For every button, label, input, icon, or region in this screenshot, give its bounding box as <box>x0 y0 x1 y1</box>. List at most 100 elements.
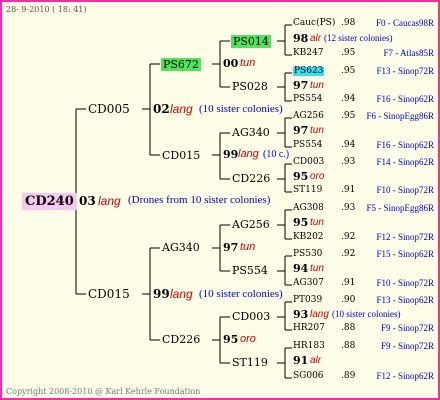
gen4-name[interactable]: PT039 <box>293 296 322 305</box>
gen4-tag-link[interactable]: F13 - Sinop72R <box>376 67 434 76</box>
gen1-sire-name[interactable]: CD005 <box>88 103 130 115</box>
gen1-sire-lang: lang <box>170 102 193 116</box>
gen4-lang: tun <box>310 263 324 274</box>
gen4-score: .95 <box>341 48 356 58</box>
gen4-lang: lang <box>310 309 329 320</box>
gen4-tag-link[interactable]: F0 - Caucas98R <box>376 19 434 28</box>
gen4-score: .91 <box>341 185 356 195</box>
gen4-tag-link[interactable]: F12 - Sinop72R <box>376 233 434 242</box>
gen4-lang: alr <box>310 355 322 366</box>
root-note: (Drones from 10 sister colonies) <box>128 194 271 206</box>
gen4-tag-link[interactable]: F14 - Sinop62R <box>376 158 434 167</box>
gen4-tag-link[interactable]: F6 - SinopEgg86R <box>366 112 434 121</box>
root-lang: lang <box>98 194 121 208</box>
gen2-name[interactable]: CD226 <box>162 334 200 345</box>
gen2-year: 97 <box>223 241 239 254</box>
gen4-score: .93 <box>341 203 356 213</box>
gen4-name[interactable]: KB247 <box>293 49 324 58</box>
gen1-sire-note: (10 sister colonies) <box>199 103 283 115</box>
gen4-score: .92 <box>341 232 356 242</box>
gen4-score: .88 <box>341 323 356 333</box>
gen2-lang: tun <box>240 241 256 253</box>
gen4-lang: alr <box>310 33 322 44</box>
gen4-tag-link[interactable]: F5 - SinopEgg86R <box>366 204 434 213</box>
gen4-tag-link[interactable]: F13 - Sinop62R <box>376 296 434 305</box>
report-date: 28- 9-2010 ( 18: 41) <box>6 5 87 14</box>
gen4-name[interactable]: AG308 <box>293 204 324 213</box>
gen4-tag-link[interactable]: F9 - Sinop72R <box>381 324 434 333</box>
pedigree-frame: 28- 9-2010 ( 18: 41) Copyright 2008-2010… <box>0 0 440 400</box>
gen4-score: .98 <box>341 18 356 28</box>
gen1-dam-lang: lang <box>170 287 193 301</box>
gen4-score: .94 <box>341 94 356 104</box>
gen4-name[interactable]: KB202 <box>293 233 324 242</box>
gen4-tag-link[interactable]: F9 - Sinop72R <box>381 342 434 351</box>
gen4-note: (10 sister colonies) <box>332 309 401 319</box>
gen4-year: 93 <box>293 308 309 321</box>
copyright-footer: Copyright 2008-2010 @ Karl Kehrle Founda… <box>6 387 201 396</box>
gen3-name[interactable]: PS554 <box>232 265 268 276</box>
gen4-name[interactable]: ST119 <box>293 186 322 195</box>
gen4-score: .94 <box>341 140 356 150</box>
gen2-name[interactable]: CD015 <box>162 150 200 161</box>
gen2-lang: lang <box>238 148 259 160</box>
gen3-name[interactable]: AG256 <box>232 219 270 230</box>
gen4-name[interactable]: HR207 <box>293 324 325 333</box>
gen4-score: .90 <box>341 295 356 305</box>
gen3-name[interactable]: CD226 <box>232 173 270 184</box>
gen4-name[interactable]: PS554 <box>293 141 322 150</box>
gen3-name[interactable]: AG340 <box>232 127 270 138</box>
gen4-score: .95 <box>341 66 356 76</box>
gen4-lang: tun <box>310 125 324 136</box>
gen4-year: 95 <box>293 216 309 229</box>
gen4-year: 98 <box>293 32 309 45</box>
gen4-name[interactable]: CD003 <box>293 158 324 167</box>
gen4-note: (12 sister colonies) <box>324 33 393 43</box>
gen4-tag-link[interactable]: F16 - Sinop62R <box>376 141 434 150</box>
gen1-dam-year: 99 <box>153 287 170 301</box>
gen4-lang: oro <box>310 171 325 182</box>
gen2-year: 00 <box>223 57 239 70</box>
gen4-score: .92 <box>341 249 356 259</box>
gen4-year: 91 <box>293 354 309 367</box>
gen4-tag-link[interactable]: F15 - Sinop62R <box>376 250 434 259</box>
gen4-score: .91 <box>341 278 356 288</box>
gen4-score: .93 <box>341 157 356 167</box>
gen4-name[interactable]: Cauc(PS) <box>293 19 335 28</box>
gen3-name[interactable]: PS014 <box>231 35 271 48</box>
gen3-name[interactable]: ST119 <box>232 357 268 368</box>
gen4-name[interactable]: AG256 <box>293 112 324 121</box>
gen2-lang: tun <box>240 57 256 69</box>
gen4-score: .88 <box>341 341 356 351</box>
gen4-name[interactable]: HR183 <box>293 342 325 351</box>
gen4-lang: tun <box>310 80 324 91</box>
gen2-name[interactable]: AG340 <box>162 242 200 253</box>
gen2-year: 95 <box>223 333 239 346</box>
gen4-name[interactable]: AG307 <box>293 279 324 288</box>
gen4-tag-link[interactable]: F12 - Sinop62R <box>376 372 434 381</box>
gen4-name[interactable]: PS623 <box>293 67 325 76</box>
gen1-sire-year: 02 <box>153 102 170 116</box>
gen4-year: 97 <box>293 79 309 92</box>
gen4-year: 94 <box>293 262 309 275</box>
gen4-score: .95 <box>341 111 356 121</box>
gen4-tag-link[interactable]: F16 - Sinop62R <box>376 95 434 104</box>
gen4-tag-link[interactable]: F10 - Sinop72R <box>376 186 434 195</box>
gen2-lang: oro <box>240 333 256 345</box>
gen4-name[interactable]: PS530 <box>293 250 322 259</box>
root-year: 03 <box>79 194 96 208</box>
gen4-lang: tun <box>310 217 324 228</box>
gen2-note: (10 c.) <box>263 149 290 160</box>
gen4-name[interactable]: PS554 <box>293 95 322 104</box>
gen3-name[interactable]: PS028 <box>232 81 268 92</box>
gen4-tag-link[interactable]: F7 - Atlas85R <box>383 49 434 58</box>
gen2-name[interactable]: PS672 <box>161 58 201 71</box>
gen1-dam-name[interactable]: CD015 <box>88 288 130 300</box>
gen2-year: 99 <box>223 148 239 161</box>
gen1-dam-note: (10 sister colonies) <box>199 288 283 300</box>
root-colony-name[interactable]: CD240 <box>22 193 77 210</box>
gen3-name[interactable]: CD003 <box>232 311 270 322</box>
gen4-year: 97 <box>293 124 309 137</box>
gen4-tag-link[interactable]: F10 - Sinop72R <box>376 279 434 288</box>
gen4-name[interactable]: SG006 <box>293 372 324 381</box>
